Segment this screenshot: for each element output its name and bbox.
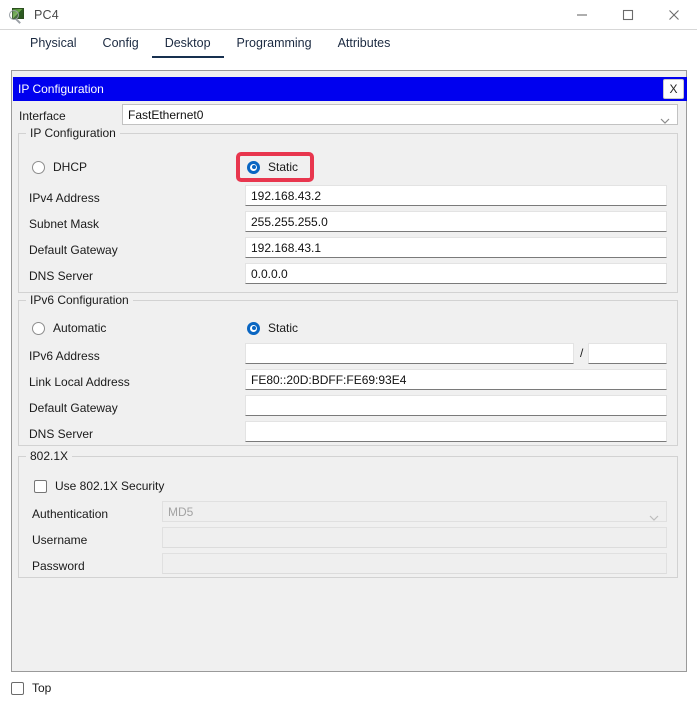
ipv6-address-input[interactable]	[245, 343, 574, 364]
minimize-icon[interactable]	[559, 0, 605, 29]
username-label: Username	[32, 533, 87, 547]
top-checkbox-label: Top	[32, 681, 51, 695]
window-controls	[559, 0, 697, 29]
ipv6-dns-server-label-row: DNS Server	[29, 423, 93, 444]
tab-physical[interactable]: Physical	[17, 36, 90, 58]
radio-dhcp[interactable]: DHCP	[32, 158, 87, 176]
ipv4-dns-server-label: DNS Server	[29, 269, 93, 283]
ipv4-default-gateway-label: Default Gateway	[29, 243, 118, 257]
radio-static-ipv6-indicator	[247, 322, 260, 335]
maximize-icon[interactable]	[605, 0, 651, 29]
dialog-close-button[interactable]: X	[663, 79, 684, 99]
chevron-down-icon	[649, 510, 659, 524]
top-checkbox-box	[11, 682, 24, 695]
link-local-address-input[interactable]: FE80::20D:BDFF:FE69:93E4	[245, 369, 667, 390]
password-label: Password	[32, 559, 85, 573]
interface-label: Interface	[19, 109, 66, 123]
interface-label-row: Interface	[19, 105, 66, 126]
ipv6-dns-server-label: DNS Server	[29, 427, 93, 441]
radio-automatic-ipv6-indicator	[32, 322, 45, 335]
radio-static-ipv4-indicator	[247, 161, 260, 174]
use-dot1x-security-checkbox[interactable]: Use 802.1X Security	[34, 477, 164, 495]
ipv4-default-gateway-input[interactable]: 192.168.43.1	[245, 237, 667, 258]
radio-automatic-ipv6-label: Automatic	[53, 321, 106, 335]
ipv6-prefix-separator: /	[580, 346, 583, 360]
radio-automatic-ipv6[interactable]: Automatic	[32, 319, 106, 337]
window-title-bar: PC4	[0, 0, 697, 30]
authentication-select[interactable]: MD5	[162, 501, 667, 522]
tab-desktop[interactable]: Desktop	[152, 36, 224, 58]
chevron-down-icon	[660, 113, 670, 127]
username-input[interactable]	[162, 527, 667, 548]
ipv4-dns-server-label-row: DNS Server	[29, 265, 93, 286]
ipv6-prefix-input[interactable]	[588, 343, 667, 364]
tab-bar: Physical Config Desktop Programming Attr…	[0, 30, 697, 58]
radio-static-ipv6[interactable]: Static	[247, 319, 298, 337]
ipv4-address-input[interactable]: 192.168.43.2	[245, 185, 667, 206]
authentication-label-row: Authentication	[32, 503, 108, 524]
username-label-row: Username	[32, 529, 87, 550]
ip-configuration-panel: IP Configuration X Interface FastEtherne…	[11, 70, 687, 672]
radio-dhcp-label: DHCP	[53, 160, 87, 174]
password-input[interactable]	[162, 553, 667, 574]
tab-config[interactable]: Config	[90, 36, 152, 58]
link-local-address-label: Link Local Address	[29, 375, 130, 389]
ipv4-default-gateway-label-row: Default Gateway	[29, 239, 118, 260]
ipv6-group-title: IPv6 Configuration	[26, 293, 133, 307]
top-checkbox[interactable]: Top	[11, 681, 51, 695]
window-title: PC4	[34, 8, 59, 22]
subnet-mask-input[interactable]: 255.255.255.0	[245, 211, 667, 232]
ipv6-default-gateway-label: Default Gateway	[29, 401, 118, 415]
ipv6-default-gateway-input[interactable]	[245, 395, 667, 416]
subnet-mask-label: Subnet Mask	[29, 217, 99, 231]
ipv4-address-label: IPv4 Address	[29, 191, 100, 205]
close-icon[interactable]	[651, 0, 697, 29]
use-dot1x-security-box	[34, 480, 47, 493]
ipv4-dns-server-input[interactable]: 0.0.0.0	[245, 263, 667, 284]
authentication-selected-value: MD5	[168, 505, 193, 519]
use-dot1x-security-label: Use 802.1X Security	[55, 479, 164, 493]
ipv6-dns-server-input[interactable]	[245, 421, 667, 442]
authentication-label: Authentication	[32, 507, 108, 521]
ipv6-address-label-row: IPv6 Address	[29, 345, 100, 366]
ipv6-address-label: IPv6 Address	[29, 349, 100, 363]
radio-static-ipv4[interactable]: Static	[247, 158, 298, 176]
radio-static-ipv6-label: Static	[268, 321, 298, 335]
link-local-address-label-row: Link Local Address	[29, 371, 130, 392]
interface-select[interactable]: FastEthernet0	[122, 104, 678, 125]
packet-tracer-device-icon	[9, 7, 25, 23]
ipv4-group-title: IP Configuration	[26, 126, 120, 140]
dialog-header: IP Configuration X	[13, 77, 687, 101]
dialog-title: IP Configuration	[18, 82, 104, 96]
radio-static-ipv4-label: Static	[268, 160, 298, 174]
radio-dhcp-indicator	[32, 161, 45, 174]
ipv4-address-label-row: IPv4 Address	[29, 187, 100, 208]
subnet-mask-label-row: Subnet Mask	[29, 213, 99, 234]
tab-attributes[interactable]: Attributes	[325, 36, 404, 58]
tab-programming[interactable]: Programming	[224, 36, 325, 58]
ipv6-default-gateway-label-row: Default Gateway	[29, 397, 118, 418]
dot1x-group-title: 802.1X	[26, 449, 72, 463]
interface-selected-value: FastEthernet0	[128, 108, 203, 122]
password-label-row: Password	[32, 555, 85, 576]
